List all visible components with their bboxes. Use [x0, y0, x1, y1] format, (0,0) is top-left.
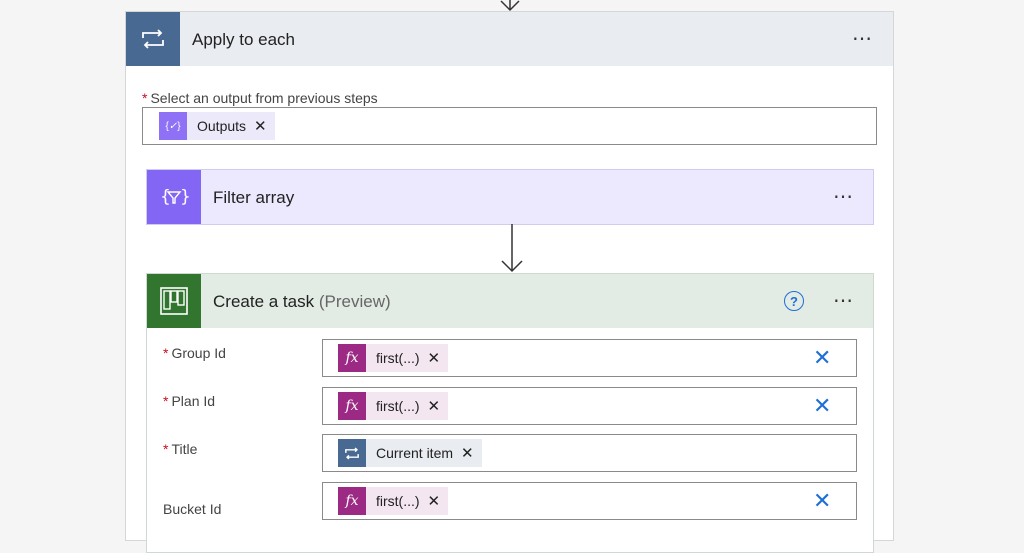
group-id-label-text: Group Id — [171, 345, 226, 361]
create-task-title: Create a task (Preview) — [213, 292, 391, 312]
select-output-label-text: Select an output from previous steps — [150, 90, 378, 106]
more-options-button[interactable]: ⋯ — [852, 29, 873, 49]
remove-token-icon[interactable]: ✕ — [254, 117, 267, 135]
clear-field-icon[interactable]: ✕ — [813, 489, 831, 513]
plan-id-label-text: Plan Id — [171, 393, 216, 409]
filter-array-title: Filter array — [213, 188, 295, 207]
required-mark: * — [142, 90, 148, 106]
filter-braces-icon: { } — [147, 170, 201, 224]
plan-id-field[interactable]: fx first(...) ✕ ✕ — [322, 387, 857, 425]
apply-to-each-header[interactable]: Apply to each ⋯ — [126, 12, 893, 66]
current-item-token[interactable]: Current item ✕ — [338, 439, 482, 467]
bucket-id-field[interactable]: fx first(...) ✕ ✕ — [322, 482, 857, 520]
outputs-token-label: Outputs — [197, 118, 247, 134]
fx-icon: fx — [338, 392, 366, 420]
expression-token[interactable]: fx first(...) ✕ — [338, 392, 449, 420]
remove-token-icon[interactable]: ✕ — [428, 397, 441, 415]
apply-to-each-card: Apply to each ⋯ * Select an output from p… — [125, 11, 894, 553]
planner-icon — [147, 274, 201, 328]
loop-icon — [126, 12, 180, 66]
expression-token-label: first(...) — [376, 398, 420, 414]
expression-token[interactable]: fx first(...) ✕ — [338, 487, 449, 515]
bucket-id-label: Bucket Id — [163, 501, 222, 517]
required-mark: * — [163, 345, 169, 361]
expression-token[interactable]: fx first(...) ✕ — [338, 344, 449, 372]
loop-icon — [338, 439, 366, 467]
select-output-field[interactable]: {✓} Outputs ✕ — [142, 107, 877, 145]
fx-icon: fx — [338, 487, 366, 515]
title-label-text: Title — [171, 441, 198, 457]
clear-field-icon[interactable]: ✕ — [813, 346, 831, 370]
expression-token-label: first(...) — [376, 350, 420, 366]
filter-array-card[interactable]: { } Filter array ⋯ — [146, 169, 874, 225]
more-options-button[interactable]: ⋯ — [833, 187, 854, 207]
create-task-title-text: Create a task — [213, 292, 315, 311]
group-id-label: * Group Id — [163, 345, 226, 361]
expression-token-label: first(...) — [376, 493, 420, 509]
connector-arrow-icon — [501, 224, 523, 273]
title-field[interactable]: Current item ✕ — [322, 434, 857, 472]
apply-to-each-title: Apply to each — [192, 30, 296, 49]
svg-text:}: } — [180, 187, 189, 207]
clear-field-icon[interactable]: ✕ — [813, 394, 831, 418]
svg-text:{: { — [160, 187, 171, 207]
remove-token-icon[interactable]: ✕ — [428, 349, 441, 367]
plan-id-label: * Plan Id — [163, 393, 215, 409]
fx-icon: fx — [338, 344, 366, 372]
outputs-token[interactable]: {✓} Outputs ✕ — [159, 112, 275, 140]
preview-tag: (Preview) — [318, 292, 391, 311]
group-id-field[interactable]: fx first(...) ✕ ✕ — [322, 339, 857, 377]
remove-token-icon[interactable]: ✕ — [461, 444, 474, 462]
required-mark: * — [163, 441, 169, 457]
title-label: * Title — [163, 441, 197, 457]
create-task-card: Create a task (Preview) ? ⋯ * Group Id fx… — [146, 273, 874, 553]
help-icon[interactable]: ? — [784, 291, 804, 311]
more-options-button[interactable]: ⋯ — [833, 291, 854, 311]
required-mark: * — [163, 393, 169, 409]
select-output-label: * Select an output from previous steps — [142, 90, 378, 106]
expression-braces-icon: {✓} — [159, 112, 187, 140]
create-task-header[interactable]: Create a task (Preview) ? ⋯ — [147, 274, 873, 328]
current-item-token-label: Current item — [376, 445, 454, 461]
remove-token-icon[interactable]: ✕ — [428, 492, 441, 510]
